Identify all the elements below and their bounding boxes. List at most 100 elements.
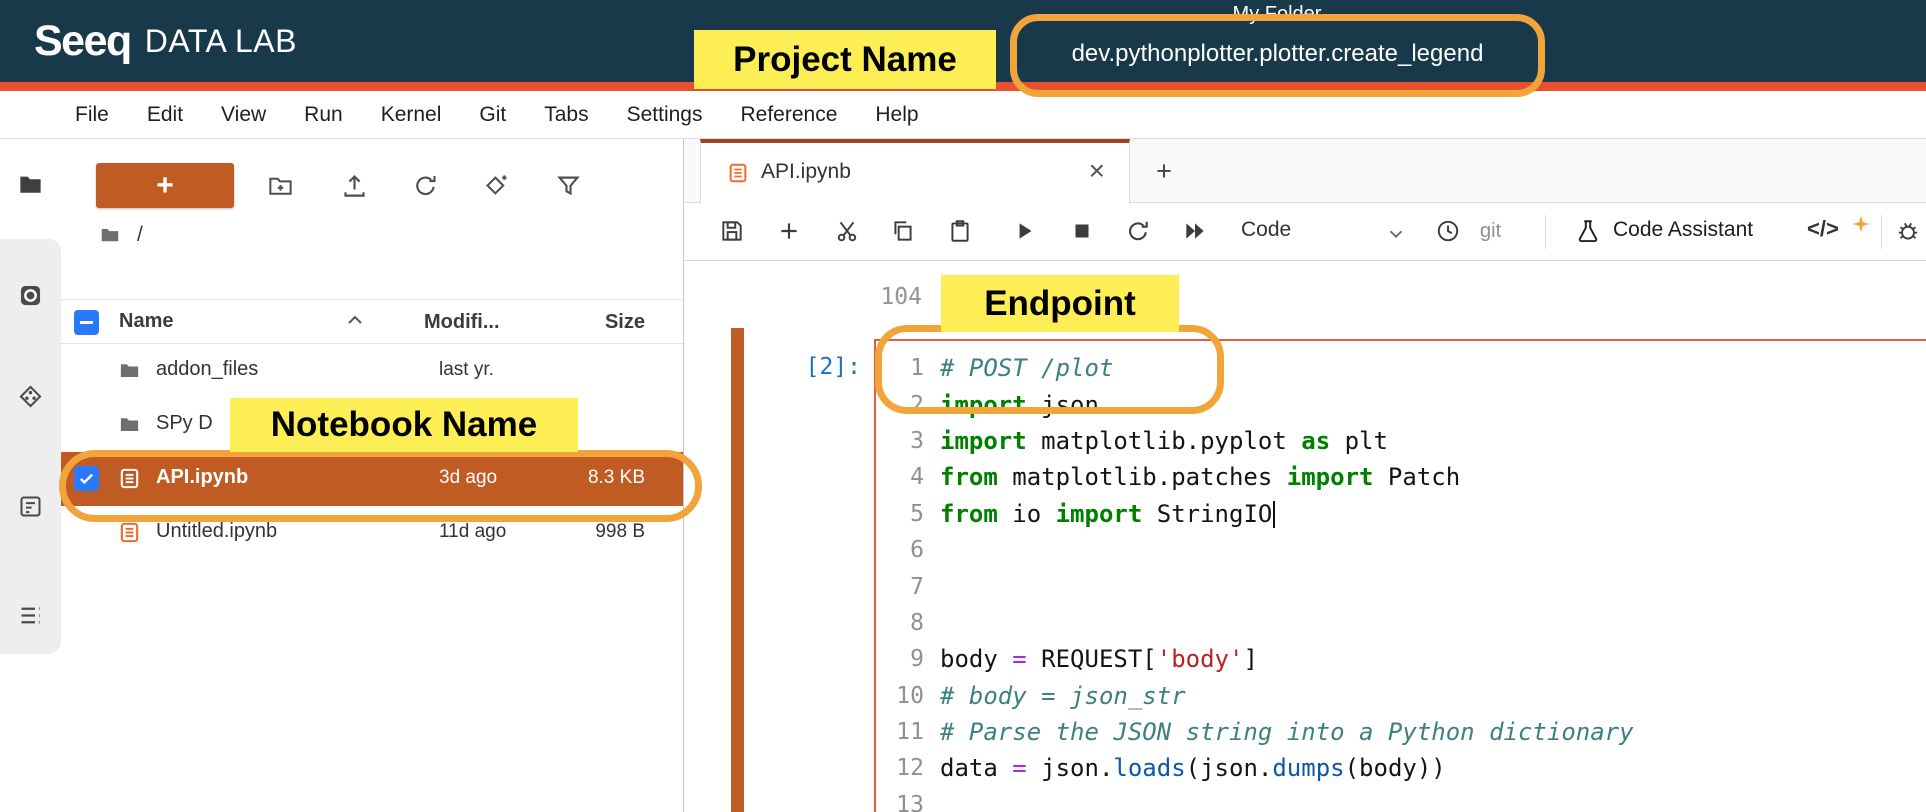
menu-item-file[interactable]: File (56, 103, 128, 127)
folder-icon (118, 413, 141, 436)
notebook-icon (727, 162, 749, 184)
code-line[interactable]: 2 import json (876, 386, 1926, 422)
stop-kernel-icon[interactable] (1069, 218, 1097, 246)
code-line[interactable]: 12data = json.loads(json.dumps(body)) (876, 750, 1926, 786)
file-list: addon_fileslast yr.SPy DAPI.ipynb3d ago8… (61, 344, 683, 560)
code-line[interactable]: 11# Parse the JSON string into a Python … (876, 714, 1926, 750)
code-line[interactable]: 9body = REQUEST['body'] (876, 641, 1926, 677)
code-token: (body)) (1345, 754, 1446, 782)
new-folder-icon[interactable] (267, 172, 294, 199)
column-header-modified[interactable]: Modifi... (424, 311, 500, 334)
folder-icon (118, 359, 141, 382)
menu-item-run[interactable]: Run (285, 103, 362, 127)
save-icon[interactable] (719, 218, 747, 246)
git-status-label[interactable]: git (1480, 220, 1501, 243)
cut-cells-icon[interactable] (834, 218, 862, 246)
code-line[interactable]: 8 (876, 605, 1926, 641)
code-token: as (1301, 427, 1330, 455)
code-token: json (1027, 391, 1099, 419)
run-cell-icon[interactable] (1012, 218, 1040, 246)
notebook-toolbar: Code git Code Assistant </> (685, 203, 1926, 261)
property-inspector-icon[interactable] (17, 493, 44, 520)
table-of-contents-icon[interactable] (17, 602, 44, 629)
code-snippet-button[interactable]: </> (1807, 216, 1839, 242)
code-token: = (1012, 754, 1026, 782)
text-cursor (1273, 501, 1275, 528)
line-number: 2 (876, 392, 924, 418)
column-header-size[interactable]: Size (561, 311, 645, 334)
column-header-name[interactable]: Name (119, 310, 173, 333)
code-token: body (940, 645, 1012, 673)
file-name: Untitled.ipynb (156, 520, 277, 543)
history-clock-icon[interactable] (1435, 218, 1463, 246)
file-row-addon-files[interactable]: addon_fileslast yr. (61, 344, 683, 398)
code-token: import (1287, 463, 1374, 491)
paste-cells-icon[interactable] (947, 218, 975, 246)
code-token: = (1012, 645, 1026, 673)
restart-kernel-icon[interactable] (1125, 218, 1153, 246)
code-text: # body = json_str (940, 682, 1186, 710)
menu-item-reference[interactable]: Reference (722, 103, 857, 127)
refresh-icon[interactable] (412, 172, 439, 199)
filter-icon[interactable] (555, 172, 582, 199)
git-sidebar-icon[interactable] (17, 383, 44, 410)
debugger-bug-icon[interactable] (1895, 218, 1923, 246)
code-line[interactable]: 1 # POST /plot (876, 350, 1926, 386)
menu-item-tabs[interactable]: Tabs (525, 103, 607, 127)
seeq-data-lab-window: Seeq DATA LAB My Folder dev.pythonplotte… (0, 0, 1926, 812)
file-name: API.ipynb (156, 466, 248, 489)
new-launcher-button[interactable]: + (96, 163, 234, 208)
home-folder-icon[interactable] (99, 224, 121, 246)
file-size: 8.3 KB (531, 467, 645, 489)
file-row-api-ipynb[interactable]: API.ipynb3d ago8.3 KB (61, 452, 683, 506)
menu-item-help[interactable]: Help (856, 103, 937, 127)
code-line[interactable]: 13 (876, 787, 1926, 812)
menu-item-kernel[interactable]: Kernel (362, 103, 461, 127)
execution-prompt: [2]: (773, 354, 861, 380)
code-token: import (940, 391, 1027, 419)
git-diff-icon[interactable] (483, 172, 510, 199)
code-line[interactable]: 3import matplotlib.pyplot as plt (876, 423, 1926, 459)
toolbar-divider (1881, 215, 1882, 249)
menu-item-edit[interactable]: Edit (128, 103, 202, 127)
line-number: 9 (876, 646, 924, 672)
insert-cell-icon[interactable] (776, 218, 804, 246)
menu-item-settings[interactable]: Settings (608, 103, 722, 127)
breadcrumb-root[interactable]: / (137, 223, 143, 247)
tab-close-icon[interactable]: × (1089, 154, 1105, 188)
file-browser-icon[interactable] (17, 171, 44, 198)
new-tab-button[interactable]: + (1145, 152, 1183, 190)
running-sessions-icon[interactable] (17, 282, 44, 309)
copy-cells-icon[interactable] (890, 218, 918, 246)
code-line[interactable]: 10# body = json_str (876, 678, 1926, 714)
code-line[interactable]: 5from io import StringIO (876, 496, 1926, 532)
code-line[interactable]: 6 (876, 532, 1926, 568)
code-line[interactable]: 7 (876, 568, 1926, 604)
active-cell-collapser[interactable] (731, 328, 744, 812)
tab-api-ipynb[interactable]: API.ipynb × (700, 139, 1130, 204)
menu-item-git[interactable]: Git (460, 103, 525, 127)
upload-icon[interactable] (341, 172, 368, 199)
code-line[interactable]: 4from matplotlib.patches import Patch (876, 459, 1926, 495)
code-token: io (998, 500, 1056, 528)
line-number: 6 (876, 537, 924, 563)
file-row-untitled-ipynb[interactable]: Untitled.ipynb11d ago998 B (61, 506, 683, 560)
notebook-icon (118, 521, 141, 544)
tab-label: API.ipynb (761, 160, 851, 184)
select-all-checkbox[interactable] (74, 310, 99, 335)
code-assistant-button[interactable]: Code Assistant (1613, 218, 1753, 242)
line-number: 1 (876, 355, 924, 381)
cell-type-select[interactable]: Code (1241, 218, 1291, 242)
code-token: # body = json_str (940, 682, 1186, 710)
menu-item-view[interactable]: View (202, 103, 285, 127)
annotation-project-name: Project Name (694, 30, 996, 89)
plus-icon: + (156, 169, 174, 203)
code-cell-editor[interactable]: 1 # POST /plot 2 import json 3import matplot… (874, 339, 1926, 812)
code-text: import matplotlib.pyplot as plt (940, 427, 1388, 455)
code-token: from (940, 463, 998, 491)
restart-run-all-icon[interactable] (1182, 218, 1210, 246)
code-token: plt (1330, 427, 1388, 455)
row-checkbox[interactable] (74, 466, 99, 491)
code-token: # POST /plot (940, 354, 1113, 382)
file-browser-panel: + / Name Modifi... (61, 139, 684, 812)
